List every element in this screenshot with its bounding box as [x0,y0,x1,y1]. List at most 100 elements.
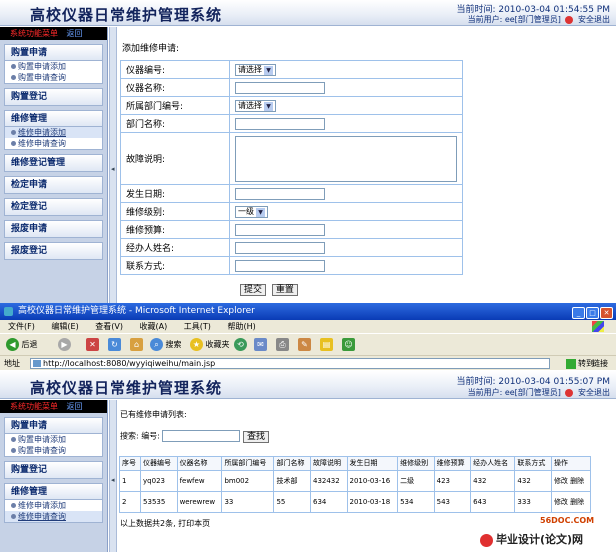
label-fault-desc: 故障说明: [120,132,230,185]
sidebar-item-purchase-query[interactable]: 购置申请查询 [5,445,102,456]
messenger-button[interactable]: ☺ [342,338,355,352]
group-title[interactable]: 购置申请 [5,418,102,434]
go-button[interactable]: 转到 [566,358,594,369]
sidebar-item-repair-query[interactable]: 维修申请查询 [5,511,102,522]
ie-address-bar: 地址 http://localhost:8080/wyyiqiweihu/mai… [0,355,616,370]
back-button[interactable]: ◀ 后退 [6,338,38,352]
contact-input[interactable] [235,259,325,272]
table-cell: 53535 [140,491,178,513]
menu-help[interactable]: 帮助(H) [227,322,255,331]
sidebar-item-purchase-add[interactable]: 购置申请添加 [5,61,102,72]
star-icon: ★ [190,338,203,351]
edit-icon: ✎ [298,338,311,351]
brand-watermark: 毕业设计(论文)网 [480,531,583,547]
sidebar-item-repair-query[interactable]: 维修申请查询 [5,138,102,149]
current-time: 当前时间: 2010-03-04 01:55:07 PM [456,377,610,387]
search-button[interactable]: 查找 [243,430,270,443]
ie-toolbar: ◀ 后退 ▶ ✕ ↻ ⌂ ⌕ 搜索 ★ 收藏夹 ⟲ ✉ ⎙ ✎ ▤ ☺ [0,333,616,355]
stop-button[interactable]: ✕ [86,338,99,352]
print-button[interactable]: ⎙ [276,338,289,352]
favorites-button[interactable]: ★ 收藏夹 [190,338,230,352]
group-title[interactable]: 购置登记 [5,89,102,105]
dept-code-select[interactable]: 请选择 ▼ [235,99,276,112]
table-cell: fewfew [176,470,223,492]
logout-icon[interactable] [565,388,574,397]
sidebar-group-purchase-register: 购置登记 [4,88,103,106]
handler-input[interactable] [235,241,325,254]
table-cell: bm002 [221,470,275,492]
reset-button[interactable]: 重置 [271,284,298,296]
logout-link[interactable]: 安全退出 [578,388,610,397]
group-title[interactable]: 维修管理 [5,111,102,127]
row-actions[interactable]: 修改 删除 [550,470,592,492]
mail-button[interactable]: ✉ [254,338,267,352]
table-cell: werewrew [176,491,223,513]
table-header-row: 序号 仪器编号 仪器名称 所属部门编号 部门名称 故障说明 发生日期 维修级别 … [118,456,592,471]
group-title[interactable]: 报废登记 [5,243,102,259]
table-cell: 2010-03-18 [346,491,399,513]
group-title[interactable]: 购置申请 [5,45,102,61]
sidebar-splitter[interactable]: ◂ [109,27,117,303]
sidebar-splitter[interactable]: ◂ [109,400,117,552]
logout-link[interactable]: 安全退出 [578,15,610,24]
table-cell: 333 [514,491,552,513]
group-title[interactable]: 购置登记 [5,462,102,478]
group-title[interactable]: 报废申请 [5,221,102,237]
back-link[interactable]: 返回 [67,29,83,38]
fault-desc-textarea[interactable] [235,135,457,182]
dropdown-arrow-icon: ▼ [264,101,273,111]
group-title[interactable]: 维修管理 [5,484,102,500]
address-label: 地址 [4,359,20,368]
menu-bar: 系统功能菜单 返回 [0,400,107,413]
table-cell: 534 [397,491,435,513]
date-input[interactable] [235,187,325,200]
history-button[interactable]: ⟲ [234,338,247,352]
row-actions[interactable]: 修改 删除 [550,491,592,513]
sidebar-item-repair-add[interactable]: 维修申请添加 [5,500,102,511]
home-button[interactable]: ⌂ [130,338,143,352]
label-handler: 经办人姓名: [120,238,230,257]
go-arrow-icon [566,358,576,369]
bullet-icon [11,75,16,80]
list-footer[interactable]: 以上数据共2条, 打印本页 [120,518,210,529]
back-link[interactable]: 返回 [67,402,83,411]
dept-name-input[interactable] [235,117,325,130]
budget-input[interactable] [235,223,325,236]
menu-label: 系统功能菜单 [10,29,58,38]
bullet-icon [11,448,16,453]
bullet-icon [11,514,16,519]
menu-favorites[interactable]: 收藏(A) [140,322,168,331]
instrument-name-input[interactable] [235,81,325,94]
minimize-button[interactable]: _ [572,307,585,319]
edit-button[interactable]: ✎ [298,338,311,352]
ie-title-bar: 高校仪器日常维护管理系统 - Microsoft Internet Explor… [0,303,616,320]
sidebar-item-purchase-add[interactable]: 购置申请添加 [5,434,102,445]
level-select[interactable]: 一级 ▼ [235,205,268,218]
address-input[interactable]: http://localhost:8080/wyyiqiweihu/main.j… [30,358,550,369]
menu-view[interactable]: 查看(V) [95,322,123,331]
menu-file[interactable]: 文件(F) [8,322,35,331]
submit-button[interactable]: 提交 [240,284,267,296]
menu-tools[interactable]: 工具(T) [184,322,211,331]
search-input[interactable] [162,430,241,442]
current-user: 当前用户: ee[部门管理员] [467,15,561,24]
close-button[interactable]: ✕ [600,307,613,319]
links-label[interactable]: 链接 [592,358,608,369]
group-title[interactable]: 维修登记管理 [5,155,102,171]
sidebar-item-purchase-query[interactable]: 购置申请查询 [5,72,102,83]
forward-button[interactable]: ▶ [58,338,71,352]
group-title[interactable]: 检定申请 [5,177,102,193]
maximize-button[interactable]: □ [586,307,599,319]
page-icon [33,360,41,367]
form-title: 添加维修申请: [122,44,180,54]
logout-icon[interactable] [565,15,574,24]
search-button[interactable]: ⌕ 搜索 [150,338,182,352]
col-header: 维修级别 [397,456,435,471]
discuss-button[interactable]: ▤ [320,338,333,352]
instrument-code-select[interactable]: 请选择 ▼ [235,63,276,76]
sidebar-item-repair-add[interactable]: 维修申请添加 [5,127,102,138]
menu-edit[interactable]: 编辑(E) [51,322,78,331]
group-title[interactable]: 检定登记 [5,199,102,215]
col-header: 经办人姓名 [470,456,516,471]
refresh-button[interactable]: ↻ [108,338,121,352]
